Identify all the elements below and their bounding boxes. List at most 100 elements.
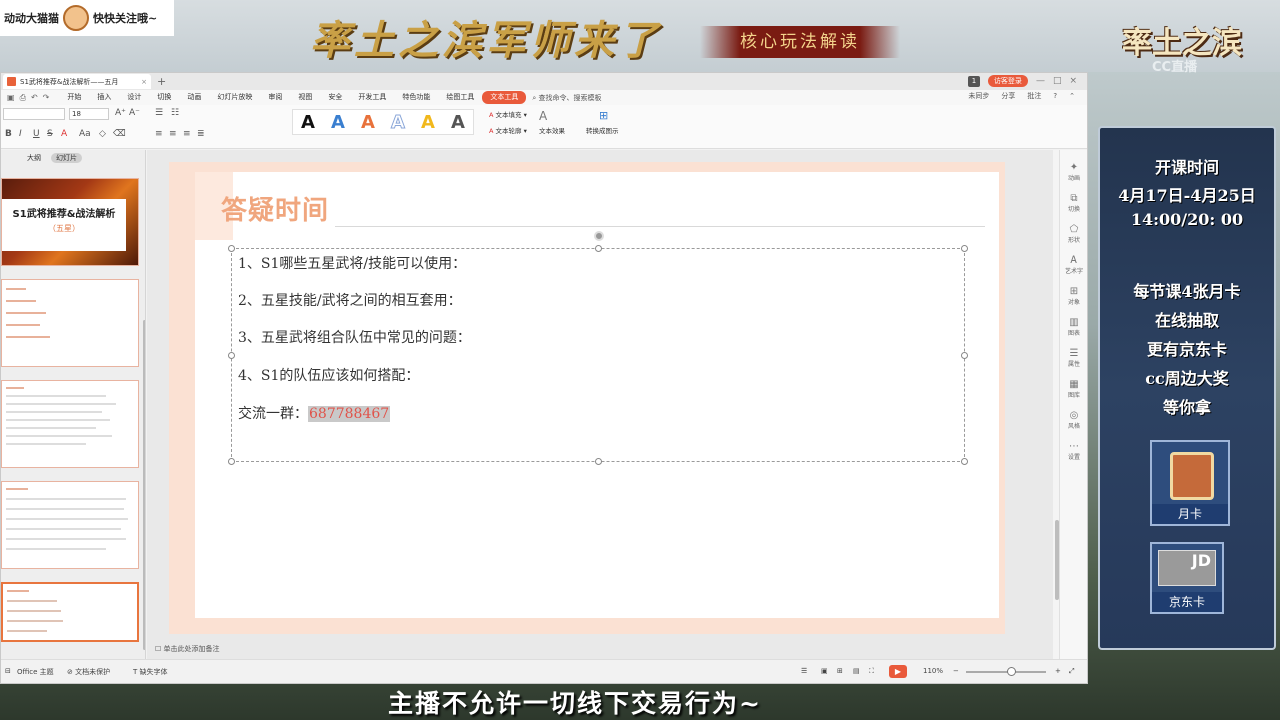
tool-0[interactable]: ✦ 动画 — [1060, 162, 1088, 182]
menu-tab-6[interactable]: 审阅 — [260, 91, 290, 104]
selected-text-box[interactable]: 1、S1哪些五星武将/技能可以使用： 2、五星技能/武将之间的相互套用： 3、五… — [228, 231, 968, 465]
print-icon[interactable]: ⎙ — [20, 93, 26, 103]
group-number[interactable]: 687788467 — [308, 406, 391, 422]
zoom-in-icon[interactable]: + — [1055, 667, 1061, 675]
tool-1[interactable]: ⧉ 切换 — [1060, 193, 1088, 213]
share-button[interactable]: 分享 — [1001, 91, 1015, 101]
text-style-2[interactable]: A — [331, 112, 345, 133]
clear-format-icon[interactable]: ⌫ — [113, 129, 126, 139]
play-slideshow-button[interactable]: ▶ — [889, 665, 907, 678]
rotate-handle-icon[interactable] — [594, 231, 604, 241]
resize-handle[interactable] — [228, 245, 235, 252]
visitor-login-button[interactable]: 访客登录 — [987, 75, 1028, 87]
text-effect-icon[interactable]: A — [539, 109, 547, 123]
highlight-icon[interactable]: ◇ — [99, 129, 106, 139]
close-tab-icon[interactable]: × — [141, 78, 147, 86]
shrink-font-icon[interactable]: A⁻ — [129, 108, 140, 118]
normal-view-icon[interactable]: ▣ — [821, 667, 828, 675]
redo-icon[interactable]: ↷ — [43, 93, 50, 103]
menu-tab-8[interactable]: 安全 — [320, 91, 350, 104]
resize-handle[interactable] — [595, 458, 602, 465]
comment-button[interactable]: 批注 — [1027, 91, 1041, 101]
resize-handle[interactable] — [961, 245, 968, 252]
tool-5[interactable]: ▥ 图表 — [1060, 317, 1088, 337]
slide-title[interactable]: 答疑时间 — [221, 190, 329, 227]
slide-canvas[interactable]: 答疑时间 1、S1哪些五星武将/技能可以使用： 2、五星技能/武将之间的相互套用… — [195, 172, 999, 618]
menu-tab-10[interactable]: 特色功能 — [394, 91, 438, 104]
zoom-level[interactable]: 110% — [923, 667, 943, 675]
slide-thumbnail-4[interactable] — [1, 481, 139, 569]
justify-icon[interactable]: ≣ — [197, 129, 205, 139]
new-tab-button[interactable]: + — [157, 75, 166, 88]
text-effect-button[interactable]: 文本效果 — [539, 125, 565, 135]
missing-font-status[interactable]: T 缺失字体 — [133, 667, 168, 677]
menu-tab-7[interactable]: 视图 — [290, 91, 320, 104]
fit-window-icon[interactable]: ⤢ — [1069, 667, 1075, 676]
resize-handle[interactable] — [228, 352, 235, 359]
menu-tab-12[interactable]: 文本工具 — [482, 91, 527, 104]
help-icon[interactable]: ? — [1053, 92, 1057, 100]
reading-view-icon[interactable]: ▤ — [853, 667, 860, 675]
text-outline-button[interactable]: A 文本轮廓 ▾ — [489, 125, 527, 135]
text-fill-button[interactable]: A 文本填充 ▾ — [489, 109, 527, 119]
theme-name[interactable]: Office 主题 — [17, 667, 54, 677]
protect-status[interactable]: ⊘ 文档未保护 — [67, 667, 110, 677]
tool-7[interactable]: ▦ 图库 — [1060, 379, 1088, 399]
slide-thumbnail-2[interactable] — [1, 279, 139, 367]
font-size-select[interactable]: 18 — [69, 108, 109, 120]
window-count-badge[interactable]: 1 — [967, 75, 980, 87]
slide-thumbnail-5[interactable] — [1, 582, 139, 642]
bullet-list-icon[interactable]: ☰ — [155, 108, 163, 118]
menu-tab-3[interactable]: 切换 — [149, 91, 179, 104]
font-color-icon[interactable]: A — [61, 129, 67, 139]
zoom-slider[interactable] — [966, 671, 1046, 673]
italic-icon[interactable]: I — [19, 129, 22, 139]
resize-handle[interactable] — [228, 458, 235, 465]
restore-icon[interactable]: □ — [1053, 76, 1062, 86]
resize-handle[interactable] — [595, 245, 602, 252]
tool-9[interactable]: ⋯ 设置 — [1060, 441, 1088, 461]
sidebar-scrollbar[interactable] — [143, 320, 145, 650]
minimize-icon[interactable]: — — [1036, 76, 1045, 86]
command-search[interactable]: ⌕ 查找命令、搜索模板 — [532, 93, 601, 103]
slide-thumbnail-1[interactable]: S1武将推荐&战法解析 （五星） — [1, 178, 139, 266]
text-style-6[interactable]: A — [451, 112, 465, 133]
tool-6[interactable]: ☰ 属性 — [1060, 348, 1088, 368]
zoom-out-icon[interactable]: − — [953, 667, 959, 675]
menu-tab-2[interactable]: 设计 — [119, 91, 149, 104]
align-center-icon[interactable]: ≡ — [169, 129, 177, 139]
tool-3[interactable]: Ꭺ 艺术字 — [1060, 255, 1088, 275]
tab-outline[interactable]: 大纲 — [27, 153, 41, 163]
sync-status[interactable]: 未同步 — [968, 91, 989, 101]
text-style-1[interactable]: A — [301, 112, 315, 133]
menu-tab-0[interactable]: 开始 — [59, 91, 89, 104]
align-left-icon[interactable]: ≡ — [155, 129, 163, 139]
strikethrough-icon[interactable]: S — [47, 129, 53, 139]
convert-diagram-button[interactable]: 转换成图示 — [586, 125, 619, 135]
document-tab[interactable]: S1武将推荐&战法解析——五月 × — [3, 74, 151, 89]
menu-tab-4[interactable]: 动画 — [179, 91, 209, 104]
undo-icon[interactable]: ↶ — [31, 93, 38, 103]
fit-icon[interactable]: ⛶ — [869, 667, 874, 676]
font-name-select[interactable] — [3, 108, 65, 120]
menu-tab-1[interactable]: 插入 — [89, 91, 119, 104]
tool-8[interactable]: ◎ 风格 — [1060, 410, 1088, 430]
collapse-ribbon-icon[interactable]: ⌃ — [1069, 92, 1075, 100]
tab-slides[interactable]: 幻灯片 — [51, 153, 82, 163]
numbered-list-icon[interactable]: ☷ — [171, 108, 179, 118]
resize-handle[interactable] — [961, 352, 968, 359]
menu-tab-9[interactable]: 开发工具 — [350, 91, 394, 104]
view-icon[interactable]: ⊟ — [5, 667, 11, 675]
case-icon[interactable]: Aa — [79, 129, 91, 139]
slide-sorter-icon[interactable]: ⊞ — [837, 667, 843, 675]
zoom-slider-handle[interactable] — [1007, 667, 1016, 676]
text-style-5[interactable]: A — [421, 112, 435, 133]
bold-icon[interactable]: B — [5, 129, 12, 139]
menu-tab-5[interactable]: 幻灯片放映 — [209, 91, 260, 104]
notes-toggle-icon[interactable]: ☰ — [801, 667, 807, 675]
text-style-3[interactable]: A — [361, 112, 375, 133]
underline-icon[interactable]: U — [33, 129, 40, 139]
menu-tab-11[interactable]: 绘图工具 — [438, 91, 482, 104]
save-icon[interactable]: ▣ — [7, 93, 15, 103]
tool-4[interactable]: ⊞ 对象 — [1060, 286, 1088, 306]
